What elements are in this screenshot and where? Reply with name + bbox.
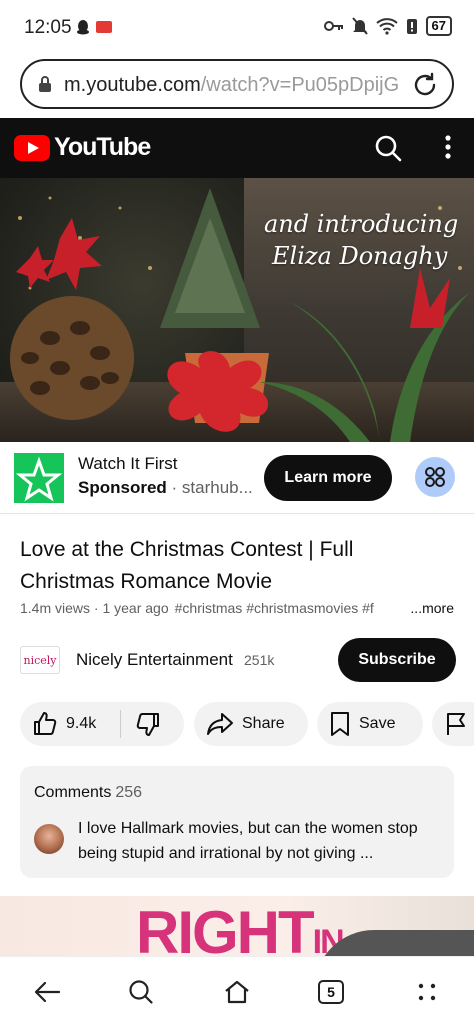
wifi-icon — [375, 18, 398, 35]
youtube-header: YouTube — [0, 118, 474, 178]
share-label: Share — [242, 715, 285, 732]
next-video-thumbnail[interactable]: RIGHTIN — [0, 896, 474, 956]
lock-icon[interactable] — [38, 75, 52, 93]
channel-avatar[interactable]: nicely — [20, 646, 60, 674]
share-button[interactable]: Share — [194, 702, 308, 746]
tabs-button[interactable]: 5 — [314, 975, 348, 1009]
alert-battery-icon — [406, 19, 417, 34]
key-icon — [323, 21, 343, 31]
back-button[interactable] — [30, 975, 64, 1009]
url-path: /watch?v=Pu05pDpijG — [200, 74, 400, 96]
mute-bell-icon — [351, 17, 368, 35]
share-icon — [207, 713, 233, 735]
url-text[interactable]: m.youtube.com/watch?v=Pu05pDpijG — [64, 74, 399, 97]
comments-header: Comments 256 — [34, 784, 142, 802]
video-meta[interactable]: 1.4m views · 1 year ago #christmas #chris… — [20, 600, 460, 616]
thumbs-down-icon — [136, 713, 159, 736]
ad-advertiser: · starhub... — [166, 478, 253, 497]
tab-count: 5 — [318, 980, 344, 1004]
ad-title[interactable]: Watch It First — [78, 454, 178, 474]
learn-more-button[interactable]: Learn more — [264, 455, 392, 501]
flag-icon — [447, 713, 465, 735]
sponsored-ad[interactable]: Watch It First Sponsored · starhub... Le… — [0, 442, 474, 514]
search-icon[interactable] — [374, 134, 402, 162]
url-host: m.youtube.com — [64, 74, 201, 96]
status-system-icons: 67 — [323, 16, 452, 36]
browser-menu-button[interactable] — [410, 975, 444, 1009]
subscriber-count: 251k — [244, 652, 275, 668]
ad-subtitle: Sponsored · starhub... — [78, 478, 253, 498]
status-notification-icons — [76, 19, 112, 35]
thumbnail-word: RIGHT — [136, 899, 315, 956]
battery-level: 67 — [425, 16, 452, 36]
thumbs-up-icon — [34, 712, 57, 735]
star-logo-icon — [15, 456, 63, 502]
reload-icon[interactable] — [412, 72, 438, 98]
video-title[interactable]: Love at the Christmas Contest | Full Chr… — [20, 534, 450, 598]
back-arrow-icon — [34, 981, 61, 1003]
status-time: 12:05 — [24, 17, 72, 38]
report-button[interactable] — [432, 702, 474, 746]
like-dislike-pill: 9.4k — [20, 702, 184, 746]
video-hashtags[interactable]: #christmas #christmasmovies #f — [175, 600, 374, 616]
comments-count: 256 — [115, 784, 143, 801]
youtube-wordmark: YouTube — [54, 133, 151, 161]
overlay-line-2: Eliza Donaghy — [272, 242, 448, 270]
address-bar[interactable]: m.youtube.com/watch?v=Pu05pDpijG — [20, 59, 454, 109]
menu-dots-icon — [418, 983, 436, 1001]
commenter-avatar — [34, 824, 64, 854]
bookmark-icon — [331, 712, 349, 736]
advertiser-logo[interactable] — [14, 453, 64, 503]
description-more-link[interactable]: ...more — [404, 600, 454, 616]
home-icon — [225, 980, 249, 1004]
channel-name[interactable]: Nicely Entertainment — [76, 650, 233, 670]
overlay-line-1: and introducing — [264, 210, 459, 238]
search-icon — [129, 980, 153, 1004]
video-views-age: 1.4m views · 1 year ago — [20, 600, 169, 616]
subscribe-button[interactable]: Subscribe — [338, 638, 456, 682]
more-vert-icon[interactable] — [444, 134, 452, 160]
sponsored-label: Sponsored — [78, 478, 167, 497]
like-count: 9.4k — [66, 715, 97, 732]
video-player[interactable]: and introducing Eliza Donaghy — [0, 178, 474, 442]
comments-label: Comments — [34, 784, 112, 801]
thumbnail-title-text: RIGHTIN — [136, 898, 345, 956]
like-button[interactable]: 9.4k — [20, 711, 120, 737]
ad-info-button[interactable] — [415, 457, 455, 497]
youtube-play-icon — [14, 134, 50, 161]
home-button[interactable] — [220, 975, 254, 1009]
nav-search-button[interactable] — [124, 975, 158, 1009]
ad-apps-icon — [425, 467, 445, 487]
status-bar: 12:05 67 — [0, 0, 474, 56]
action-bar: 9.4k Share Save — [20, 702, 474, 746]
save-label: Save — [359, 715, 396, 732]
comments-panel[interactable]: Comments 256 I love Hallmark movies, but … — [20, 766, 454, 878]
qq-icon — [77, 20, 89, 35]
app-badge-icon — [96, 21, 112, 33]
save-button[interactable]: Save — [317, 702, 423, 746]
youtube-logo[interactable]: YouTube — [14, 133, 151, 162]
browser-bottom-nav: 5 — [0, 956, 474, 1024]
video-overlay-text: and introducing Eliza Donaghy — [264, 208, 458, 272]
dislike-button[interactable] — [121, 711, 161, 737]
top-comment-text: I love Hallmark movies, but can the wome… — [78, 820, 418, 862]
